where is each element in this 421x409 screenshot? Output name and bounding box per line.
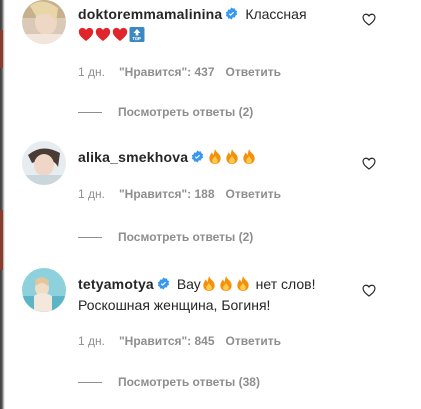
fire-icon (220, 275, 232, 292)
divider-line (78, 237, 102, 239)
comment-meta: 1 дн. "Нравится": 437 Ответить (78, 65, 281, 79)
like-heart-icon[interactable] (362, 284, 376, 297)
comment-body: doktoremmamalinina Классная (78, 4, 368, 46)
like-heart-icon[interactable] (362, 13, 376, 26)
view-replies-label: Посмотреть ответы (2) (118, 230, 254, 244)
likes-count[interactable]: "Нравится": 845 (119, 334, 215, 348)
view-replies-button[interactable]: Посмотреть ответы (2) (78, 105, 253, 119)
window-edge (0, 0, 5, 409)
comment-time[interactable]: 1 дн. (78, 65, 105, 79)
fire-icon (226, 148, 238, 165)
view-replies-button[interactable]: Посмотреть ответы (2) (78, 230, 253, 244)
divider-line (78, 382, 102, 384)
reply-button[interactable]: Ответить (226, 334, 281, 348)
fire-icon (203, 275, 215, 292)
red-heart-icon (95, 27, 111, 41)
avatar[interactable] (22, 141, 66, 185)
username[interactable]: tetyamotya (78, 276, 154, 292)
comment-body: alika_smekhova (78, 147, 368, 168)
emoji-row (207, 148, 258, 165)
edge-mark (0, 30, 3, 68)
username[interactable]: doktoremmamalinina (78, 6, 222, 22)
comment-text: Классная (245, 6, 307, 22)
reply-button[interactable]: Ответить (226, 187, 281, 201)
comment-body: tetyamotya Вау нет слов! Роскошная женщи… (78, 274, 368, 316)
fire-icon (243, 148, 255, 165)
verified-badge-icon (226, 7, 238, 20)
view-replies-button[interactable]: Посмотреть ответы (38) (78, 375, 260, 389)
reply-button[interactable]: Ответить (226, 65, 281, 79)
likes-count[interactable]: "Нравится": 188 (119, 187, 215, 201)
comment-text-line2: Роскошная женщина, Богиня! (78, 297, 271, 313)
comment-time[interactable]: 1 дн. (78, 334, 105, 348)
username[interactable]: alika_smekhova (78, 149, 188, 165)
fire-icon (209, 148, 221, 165)
like-heart-icon[interactable] (362, 157, 376, 170)
fire-icon (237, 275, 249, 292)
likes-count[interactable]: "Нравится": 437 (119, 65, 215, 79)
comment-meta: 1 дн. "Нравится": 188 Ответить (78, 187, 281, 201)
divider-line (78, 112, 102, 114)
avatar[interactable] (22, 268, 66, 312)
top-arrow-icon (129, 27, 145, 42)
emoji-row (201, 275, 252, 292)
red-heart-icon (78, 27, 94, 41)
comment-text: нет слов! (251, 276, 316, 292)
comment-text: Вау (176, 276, 201, 292)
comment-time[interactable]: 1 дн. (78, 187, 105, 201)
emoji-row (78, 27, 146, 43)
view-replies-label: Посмотреть ответы (38) (118, 375, 260, 389)
edge-mark (0, 210, 3, 270)
verified-badge-icon (192, 150, 204, 163)
verified-badge-icon (157, 277, 170, 290)
comment-meta: 1 дн. "Нравится": 845 Ответить (78, 334, 281, 348)
red-heart-icon (112, 27, 128, 41)
view-replies-label: Посмотреть ответы (2) (118, 105, 254, 119)
avatar[interactable] (22, 0, 66, 44)
